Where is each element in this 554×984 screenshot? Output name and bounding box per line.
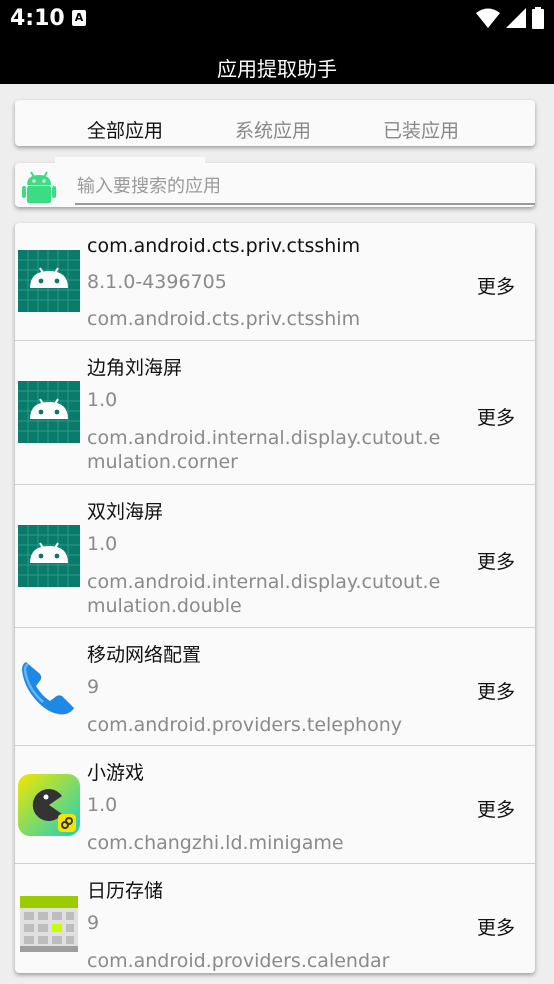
app-package: com.android.providers.telephony [87, 714, 402, 736]
android-default-icon [18, 250, 80, 312]
more-button[interactable]: 更多 [477, 913, 515, 940]
app-name: 小游戏 [87, 762, 145, 784]
app-bar: 应用提取助手 [0, 38, 554, 84]
more-button[interactable]: 更多 [477, 403, 515, 430]
app-name: 双刘海屏 [87, 501, 164, 523]
battery-icon [532, 7, 544, 29]
wifi-icon [476, 8, 500, 28]
status-icons [476, 7, 544, 29]
list-item[interactable]: 双刘海屏 1.0 com.android.internal.display.cu… [15, 485, 535, 628]
signal-icon [506, 8, 526, 28]
app-version: 1.0 [87, 533, 118, 555]
app-name: 边角刘海屏 [87, 357, 183, 379]
more-button[interactable]: 更多 [477, 547, 515, 574]
list-item[interactable]: 边角刘海屏 1.0 com.android.internal.display.c… [15, 341, 535, 485]
tab-system-apps[interactable]: 系统应用 [235, 116, 311, 143]
app-title: 应用提取助手 [217, 57, 337, 81]
android-default-icon [18, 381, 80, 443]
list-item[interactable]: com.android.cts.priv.ctsshim 8.1.0-43967… [15, 223, 535, 341]
notification-a-icon: A [72, 10, 86, 26]
more-button[interactable]: 更多 [477, 272, 515, 299]
app-version: 9 [87, 912, 100, 934]
app-name: 移动网络配置 [87, 644, 202, 666]
app-version: 9 [87, 676, 100, 698]
phone-icon [22, 662, 74, 715]
minigame-icon [18, 774, 80, 836]
list-item[interactable]: 日历存储 9 com.android.providers.calendar 更多 [15, 864, 535, 973]
app-package: com.changzhi.ld.minigame [87, 832, 344, 854]
tab-all-apps[interactable]: 全部应用 [87, 116, 163, 143]
tab-bar: 全部应用 系统应用 已装应用 [15, 100, 535, 146]
app-name: com.android.cts.priv.ctsshim [87, 235, 361, 257]
more-button[interactable]: 更多 [477, 677, 515, 704]
app-package: com.android.cts.priv.ctsshim [87, 308, 361, 330]
android-default-icon [18, 525, 80, 587]
search-bar [15, 157, 535, 207]
more-button[interactable]: 更多 [477, 795, 515, 822]
app-package: com.android.providers.calendar [87, 950, 390, 972]
android-robot-icon [22, 171, 56, 203]
app-version: 1.0 [87, 794, 118, 816]
list-item[interactable]: 移动网络配置 9 com.android.providers.telephony… [15, 628, 535, 746]
list-item[interactable]: 小游戏 1.0 com.changzhi.ld.minigame 更多 [15, 746, 535, 864]
app-name: 日历存储 [87, 880, 164, 902]
status-time: 4:10 [10, 6, 65, 31]
search-input[interactable] [75, 169, 535, 205]
app-list: com.android.cts.priv.ctsshim 8.1.0-43967… [15, 223, 535, 973]
app-package: com.android.internal.display.cutout.emul… [87, 571, 441, 617]
tab-installed-apps[interactable]: 已装应用 [383, 116, 459, 143]
calendar-storage-icon [20, 896, 78, 952]
app-version: 1.0 [87, 389, 118, 411]
app-package: com.android.internal.display.cutout.emul… [87, 427, 441, 473]
app-version: 8.1.0-4396705 [87, 271, 227, 293]
status-bar: 4:10 A [0, 0, 554, 38]
